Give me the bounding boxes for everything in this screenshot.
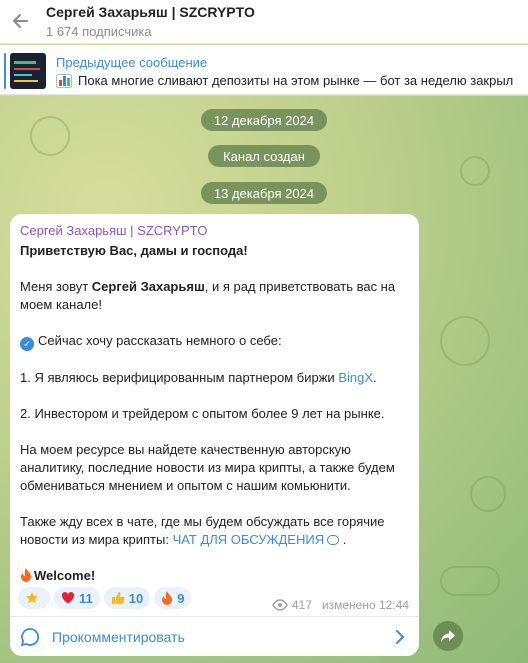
message-text: Приветствую Вас, дамы и господа! Меня зо… <box>20 242 412 585</box>
message-bubble: Сергей Захарьяш | SZCRYPTO Приветствую В… <box>10 214 419 616</box>
heart-icon <box>61 592 75 604</box>
chat-link[interactable]: ЧАТ ДЛЯ ОБСУЖДЕНИЯ <box>173 532 325 547</box>
message-sender[interactable]: Сергей Захарьяш | SZCRYPTO <box>20 223 207 238</box>
arrow-left-icon <box>13 14 28 28</box>
point2-text: 2. Инвестором и трейдером с опытом более… <box>20 406 385 421</box>
point1-text: 1. Я являюсь верифицированным партнером … <box>20 370 339 385</box>
view-count: 417 <box>291 598 312 612</box>
star-icon <box>26 592 38 604</box>
date-separator: 13 декабря 2024 <box>201 182 327 204</box>
reaction-count: 9 <box>177 590 185 606</box>
reaction-count: 10 <box>128 590 144 606</box>
pinned-text-row: Пока многие сливают депозиты на этом рын… <box>56 73 513 88</box>
chevron-right-icon <box>396 630 404 644</box>
reaction-heart[interactable]: 11 <box>54 587 100 609</box>
bingx-link[interactable]: BingX <box>338 370 373 385</box>
pinned-message[interactable]: Предыдущее сообщение Пока многие сливают… <box>0 45 528 95</box>
greeting: Приветствую Вас, дамы и господа! <box>20 243 248 258</box>
comment-icon <box>20 628 39 647</box>
reaction-fire[interactable]: 9 <box>154 587 192 609</box>
pinned-indicator <box>4 53 6 89</box>
thumbs-up-icon <box>111 592 125 604</box>
comment-label: Прокомментировать <box>52 629 185 645</box>
subscriber-count: 1 674 подписчика <box>46 24 152 39</box>
pinned-text: Пока многие сливают депозиты на этом рын… <box>78 73 514 88</box>
reaction-star[interactable] <box>18 587 50 609</box>
verified-icon: ✓ <box>20 337 34 351</box>
speech-bubble-icon <box>327 535 340 545</box>
reaction-count: 11 <box>79 590 93 606</box>
edited-time: изменено 12:44 <box>321 598 409 612</box>
share-arrow-icon <box>441 630 455 642</box>
fire-icon <box>162 591 173 605</box>
bar-chart-icon <box>56 73 72 88</box>
chat-header: Сергей Захарьяш | SZCRYPTO 1 674 подписч… <box>0 0 528 44</box>
date-separator: 12 декабря 2024 <box>201 109 327 131</box>
reactions-bar: 11 10 9 <box>18 587 192 609</box>
back-button[interactable] <box>8 8 34 34</box>
eye-icon <box>272 599 288 611</box>
resource-text: На моем ресурсе вы найдете качественную … <box>20 442 395 493</box>
about-line: Сейчас хочу рассказать немного о себе: <box>38 333 282 348</box>
welcome-text: Welcome! <box>34 568 96 583</box>
channel-title[interactable]: Сергей Захарьяш | SZCRYPTO <box>46 4 255 20</box>
message-meta: 417 изменено 12:44 <box>272 598 409 612</box>
pinned-thumbnail <box>10 53 46 89</box>
pinned-title: Предыдущее сообщение <box>56 55 208 70</box>
reaction-thumbs-up[interactable]: 10 <box>103 587 151 609</box>
forward-button[interactable] <box>433 621 463 651</box>
author-name: Сергей Захарьяш <box>91 279 205 294</box>
intro-pre: Меня зовут <box>20 279 92 294</box>
service-message: Канал создан <box>208 145 320 167</box>
fire-icon <box>21 568 31 582</box>
comment-button[interactable]: Прокомментировать <box>10 616 419 656</box>
